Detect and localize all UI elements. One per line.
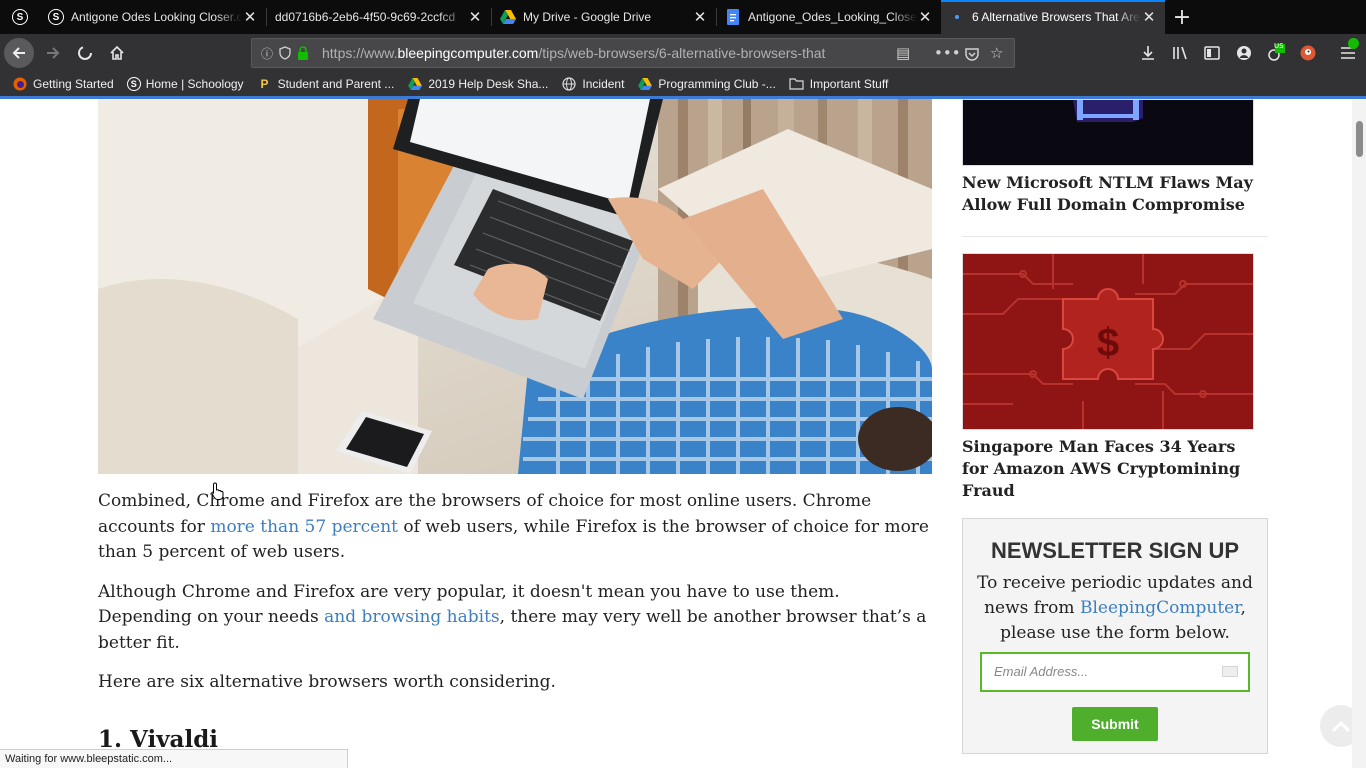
scrollbar-thumb[interactable] <box>1356 121 1363 157</box>
email-field[interactable]: Email Address... <box>980 652 1250 692</box>
home-button[interactable] <box>102 38 132 68</box>
web-page: Combined, Chrome and Firefox are the bro… <box>0 99 1352 768</box>
story-1-title[interactable]: New Microsoft NTLM Flaws May Allow Full … <box>962 172 1262 216</box>
menu-icon[interactable] <box>1338 38 1359 63</box>
tab-title: 6 Alternative Browsers That Are <box>972 10 1140 24</box>
pocket-icon[interactable] <box>964 44 980 66</box>
tab-title: Antigone Odes Looking Closer.d <box>71 10 242 24</box>
bookmark-important-stuff[interactable]: Important Stuff <box>789 76 888 92</box>
tab-4[interactable]: Antigone_Odes_Looking_Closer ✕ <box>717 0 941 34</box>
url-text[interactable]: https://www.bleepingcomputer.com/tips/we… <box>322 45 882 61</box>
story-1-thumbnail[interactable] <box>962 99 1254 166</box>
scroll-to-top-button[interactable] <box>1320 705 1352 747</box>
tab-strip: S S Antigone Odes Looking Closer.d ✕ dd0… <box>0 0 1366 34</box>
close-icon[interactable]: ✕ <box>1141 8 1157 26</box>
hand-cursor-icon <box>211 482 225 505</box>
sidebar-related-stories: New Microsoft NTLM Flaws May Allow Full … <box>962 99 1268 502</box>
divider <box>962 236 1268 237</box>
downloads-icon[interactable] <box>1138 43 1158 63</box>
article-body: Combined, Chrome and Firefox are the bro… <box>98 489 932 752</box>
schoology-icon: S <box>126 77 141 91</box>
navigation-toolbar: ⓘ https://www.bleepingcomputer.com/tips/… <box>0 34 1366 72</box>
bleepingcomputer-link[interactable]: BleepingComputer <box>1080 598 1241 618</box>
spinner-icon <box>78 46 92 60</box>
status-bar: Waiting for www.bleepstatic.com... <box>0 749 348 768</box>
stop-loading-button[interactable] <box>70 38 100 68</box>
reader-view-icon[interactable]: ▤ <box>896 44 910 62</box>
google-drive-icon <box>407 76 423 92</box>
bookmarks-toolbar: Getting Started S Home | Schoology P Stu… <box>0 72 1366 96</box>
tab-title: dd0716b6-2eb6-4f50-9c69-2ccfcd <box>275 10 456 24</box>
story-2-title[interactable]: Singapore Man Faces 34 Years for Amazon … <box>962 436 1262 502</box>
powerschool-icon: P <box>260 77 269 91</box>
close-icon[interactable]: ✕ <box>242 8 258 26</box>
folder-icon <box>789 76 805 92</box>
globe-icon <box>561 76 577 92</box>
tab-title: Antigone_Odes_Looking_Closer <box>748 10 917 24</box>
schoology-icon: S <box>48 9 64 25</box>
google-drive-icon <box>637 76 653 92</box>
chevron-up-icon <box>1331 720 1351 733</box>
bookmark-getting-started[interactable]: Getting Started <box>12 76 114 92</box>
schoology-pinned-tab-icon[interactable]: S <box>12 9 28 25</box>
close-icon[interactable]: ✕ <box>467 8 483 26</box>
loading-dot-icon <box>949 9 965 25</box>
tab-2[interactable]: dd0716b6-2eb6-4f50-9c69-2ccfcd ✕ <box>267 0 491 34</box>
vpn-extension-icon[interactable]: US <box>1266 42 1286 63</box>
link-browsing-habits[interactable]: and browsing habits <box>324 607 500 627</box>
article-paragraph-3: Here are six alternative browsers worth … <box>98 672 556 692</box>
tab-title: My Drive - Google Drive <box>523 10 652 24</box>
arrow-left-icon <box>12 47 25 59</box>
lock-icon[interactable] <box>294 44 312 62</box>
bookmark-programming-club[interactable]: Programming Club -... <box>637 76 776 92</box>
submit-button[interactable]: Submit <box>1072 707 1158 741</box>
tab-3[interactable]: My Drive - Google Drive ✕ <box>492 0 716 34</box>
sidebar-icon[interactable] <box>1202 43 1222 63</box>
envelope-icon <box>1222 666 1238 677</box>
library-icon[interactable] <box>1170 43 1190 63</box>
bookmark-student-parent[interactable]: P Student and Parent ... <box>257 76 395 92</box>
back-button[interactable] <box>4 38 34 68</box>
newsletter-description: To receive periodic updates and news fro… <box>977 573 1253 643</box>
google-drive-icon <box>500 9 516 25</box>
tracking-shield-icon[interactable] <box>276 44 294 62</box>
arrow-right-icon <box>47 47 60 59</box>
bookmark-help-desk[interactable]: 2019 Help Desk Sha... <box>407 76 548 92</box>
email-placeholder: Email Address... <box>994 664 1089 679</box>
article-paragraph-2: Although Chrome and Firefox are very pop… <box>98 581 927 653</box>
page-actions-icon[interactable]: ••• <box>934 44 961 62</box>
duckduckgo-icon[interactable] <box>1298 43 1318 63</box>
bookmark-incident[interactable]: Incident <box>561 76 624 92</box>
tab-5-active[interactable]: 6 Alternative Browsers That Are ✕ <box>941 0 1165 34</box>
bookmark-schoology[interactable]: S Home | Schoology <box>126 77 244 91</box>
vpn-badge: US <box>1274 42 1284 50</box>
page-scrollbar[interactable] <box>1352 99 1366 768</box>
svg-text:$: $ <box>1097 321 1119 365</box>
new-tab-button[interactable]: + <box>1168 0 1196 34</box>
update-arrow-icon <box>1348 38 1359 49</box>
address-bar[interactable]: ⓘ https://www.bleepingcomputer.com/tips/… <box>251 38 1015 68</box>
close-icon[interactable]: ✕ <box>692 8 708 26</box>
home-icon <box>110 45 124 60</box>
close-icon[interactable]: ✕ <box>917 8 933 26</box>
google-docs-icon <box>725 9 741 25</box>
story-2-thumbnail[interactable]: $ <box>962 253 1254 430</box>
firefox-icon <box>12 76 28 92</box>
forward-button[interactable] <box>38 38 68 68</box>
info-icon[interactable]: ⓘ <box>258 44 276 62</box>
account-icon[interactable] <box>1234 43 1254 63</box>
bookmark-star-icon[interactable]: ☆ <box>990 44 1003 62</box>
link-57-percent[interactable]: more than 57 percent <box>210 517 398 537</box>
newsletter-signup-box: NEWSLETTER SIGN UP To receive periodic u… <box>962 518 1268 754</box>
newsletter-title: NEWSLETTER SIGN UP <box>990 538 1240 563</box>
article-hero-image <box>98 99 932 474</box>
tab-1[interactable]: S Antigone Odes Looking Closer.d ✕ <box>40 0 266 34</box>
